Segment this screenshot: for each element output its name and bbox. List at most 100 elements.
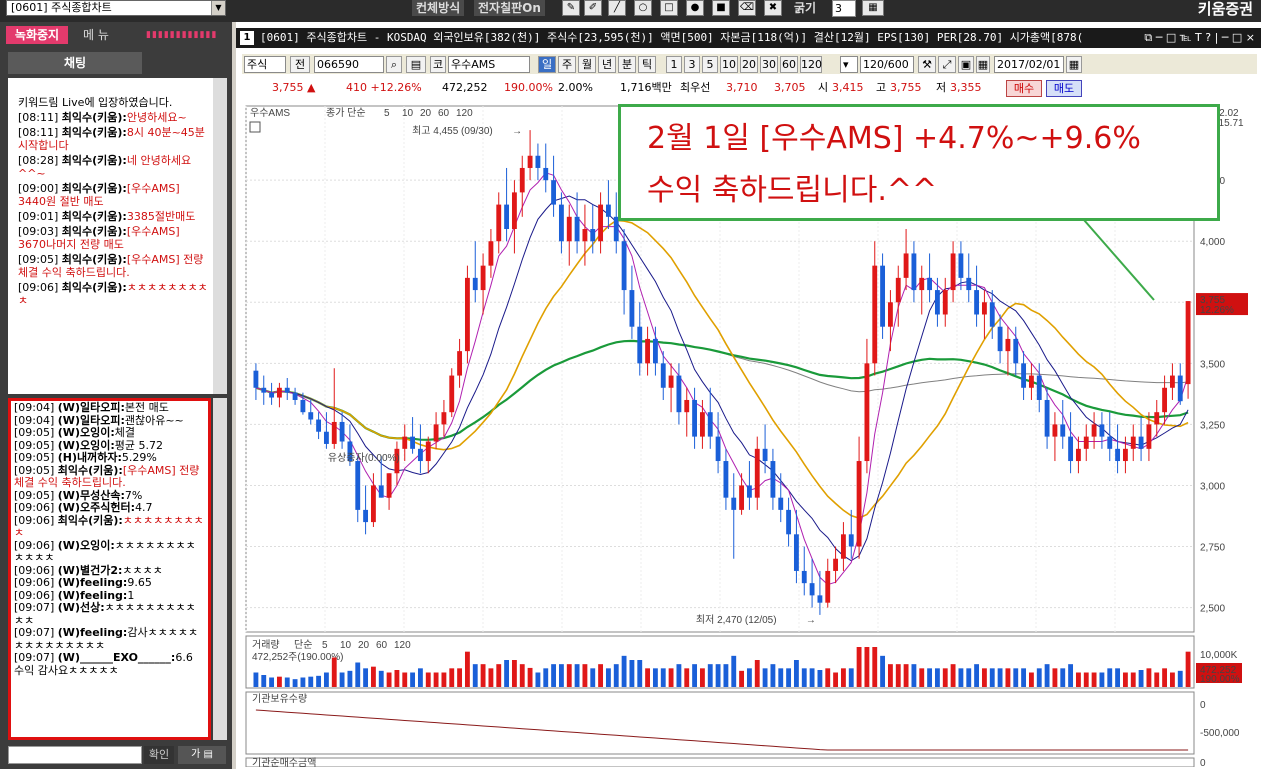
ask-price: 3,710 [726, 81, 758, 94]
chat-text: 괜찮아유~~ [124, 413, 184, 427]
chat-nick: (W)______EXO______: [57, 651, 176, 664]
tool-icon[interactable]: ⚒ [918, 56, 936, 73]
eraser-icon[interactable]: ⌫ [738, 0, 756, 16]
volume-bar [504, 660, 510, 687]
candle-body [840, 534, 846, 559]
date-input[interactable]: 2017/02/01 [994, 56, 1064, 73]
save-icon[interactable]: ▣ [958, 56, 974, 73]
volume-bar [1185, 651, 1191, 687]
highlighter-icon[interactable]: ✐ [584, 0, 602, 16]
low-label: 저 [936, 81, 947, 94]
viewer-chat-scrollbar[interactable] [213, 398, 227, 740]
sell-button[interactable]: 매도 [1046, 80, 1082, 97]
font-settings-button[interactable]: 가 ▤ [178, 746, 226, 764]
interval-button[interactable]: 60 [780, 56, 798, 73]
interval-button[interactable]: 30 [760, 56, 778, 73]
interval-button[interactable]: 10 [720, 56, 738, 73]
pen-icon[interactable]: ✎ [562, 0, 580, 16]
volume-bar [276, 676, 282, 687]
candle-body [1162, 387, 1168, 413]
volume-bar [1052, 668, 1058, 687]
filled-circle-icon[interactable]: ● [686, 0, 704, 16]
line-icon[interactable]: ╱ [608, 0, 626, 16]
candle-body [684, 399, 690, 413]
news-icon[interactable]: ▤ [406, 56, 426, 73]
chat-time: [09:06] [18, 281, 62, 294]
period-button[interactable]: 분 [618, 56, 636, 73]
period-button[interactable]: 주 [558, 56, 576, 73]
chat-send-button[interactable]: 확인 [144, 746, 174, 764]
search-icon[interactable]: ⌕ [386, 56, 402, 73]
interval-button[interactable]: 3 [684, 56, 700, 73]
volume-bar [872, 647, 878, 687]
stock-code-input[interactable]: 066590 [314, 56, 384, 73]
settings-icon[interactable]: ▦ [976, 56, 990, 73]
volume-bar [895, 664, 901, 687]
arrow-right-icon: → [512, 126, 522, 137]
chat-input[interactable] [8, 746, 142, 764]
count-input[interactable]: 120/600 [860, 56, 914, 73]
candle-body [817, 595, 823, 603]
volume-bar [590, 668, 596, 687]
candle-body [739, 485, 745, 510]
volume-bar [707, 664, 713, 687]
electronic-board-button[interactable]: 전자칠판On [474, 0, 545, 16]
indicator-icon[interactable]: ⤢ [938, 56, 956, 73]
circle-icon[interactable]: ○ [634, 0, 652, 16]
institution-holding-pane[interactable] [245, 691, 1195, 755]
candle-body [386, 473, 392, 498]
color-palette-icon[interactable]: ▦ [862, 0, 884, 16]
volume-bar [684, 668, 690, 687]
host-chat-scrollbar[interactable] [213, 78, 227, 394]
rectangle-icon[interactable]: □ [660, 0, 678, 16]
interval-button[interactable]: 120 [800, 56, 822, 73]
stock-name-field[interactable]: 우수AMS [448, 56, 530, 73]
menu-button[interactable]: 메 뉴 [74, 26, 118, 44]
interval-select[interactable]: ▾ [840, 56, 858, 73]
institution-net-buy-pane[interactable] [245, 757, 1195, 767]
volume-bar [1122, 672, 1128, 687]
screen-select[interactable]: [0601] 주식종합차트 ▼ [6, 0, 226, 16]
volume-ma-period: 20 [358, 640, 370, 651]
candle-body [1075, 448, 1081, 462]
candle-body [927, 277, 933, 291]
volume-bar [284, 677, 290, 687]
chat-time: [09:06] [14, 588, 58, 602]
chat-nick: 최익수(키움): [57, 513, 123, 527]
volume-bar [942, 668, 948, 687]
volume-bar [363, 668, 369, 687]
board-mode-button[interactable]: 컨체방식 [412, 0, 465, 16]
candle-body [1013, 338, 1019, 364]
high-label: 고 [876, 81, 887, 94]
volume-bar [574, 664, 580, 687]
period-button[interactable]: 년 [598, 56, 616, 73]
chat-time: [09:06] [14, 513, 58, 527]
prev-button[interactable]: 전 [290, 56, 310, 73]
candle-body [887, 302, 893, 327]
calendar-icon[interactable]: ▦ [1066, 56, 1082, 73]
chevron-down-icon[interactable]: ▼ [211, 1, 225, 15]
interval-button[interactable]: 1 [666, 56, 682, 73]
asset-type-select[interactable]: 주식 [244, 56, 286, 73]
chat-nick: (W)선상: [57, 601, 105, 614]
volume-bar [974, 664, 980, 687]
filled-rect-icon[interactable]: ■ [712, 0, 730, 16]
thickness-stepper[interactable]: 3 [832, 0, 856, 17]
window-controls[interactable]: ⧉ ─ □ ℡ T ? | ─ □ × [1144, 28, 1255, 48]
interval-button[interactable]: 20 [740, 56, 758, 73]
market-button[interactable]: 코 [430, 56, 446, 73]
candle-body [856, 461, 862, 547]
chat-text: 5.29% [121, 451, 157, 464]
volume-bar [676, 664, 682, 687]
tab-chat[interactable]: 채팅 [8, 52, 142, 74]
buy-button[interactable]: 매수 [1006, 80, 1042, 97]
period-button[interactable]: 월 [578, 56, 596, 73]
stop-recording-button[interactable]: 녹화중지 [6, 26, 68, 44]
period-button[interactable]: 일 [538, 56, 556, 73]
clear-icon[interactable]: ✖ [764, 0, 782, 16]
candle-body [1169, 375, 1175, 388]
candle-body [1091, 424, 1097, 437]
interval-button[interactable]: 5 [702, 56, 718, 73]
chat-nick: (W)무성산속: [57, 488, 125, 502]
period-button[interactable]: 틱 [638, 56, 656, 73]
